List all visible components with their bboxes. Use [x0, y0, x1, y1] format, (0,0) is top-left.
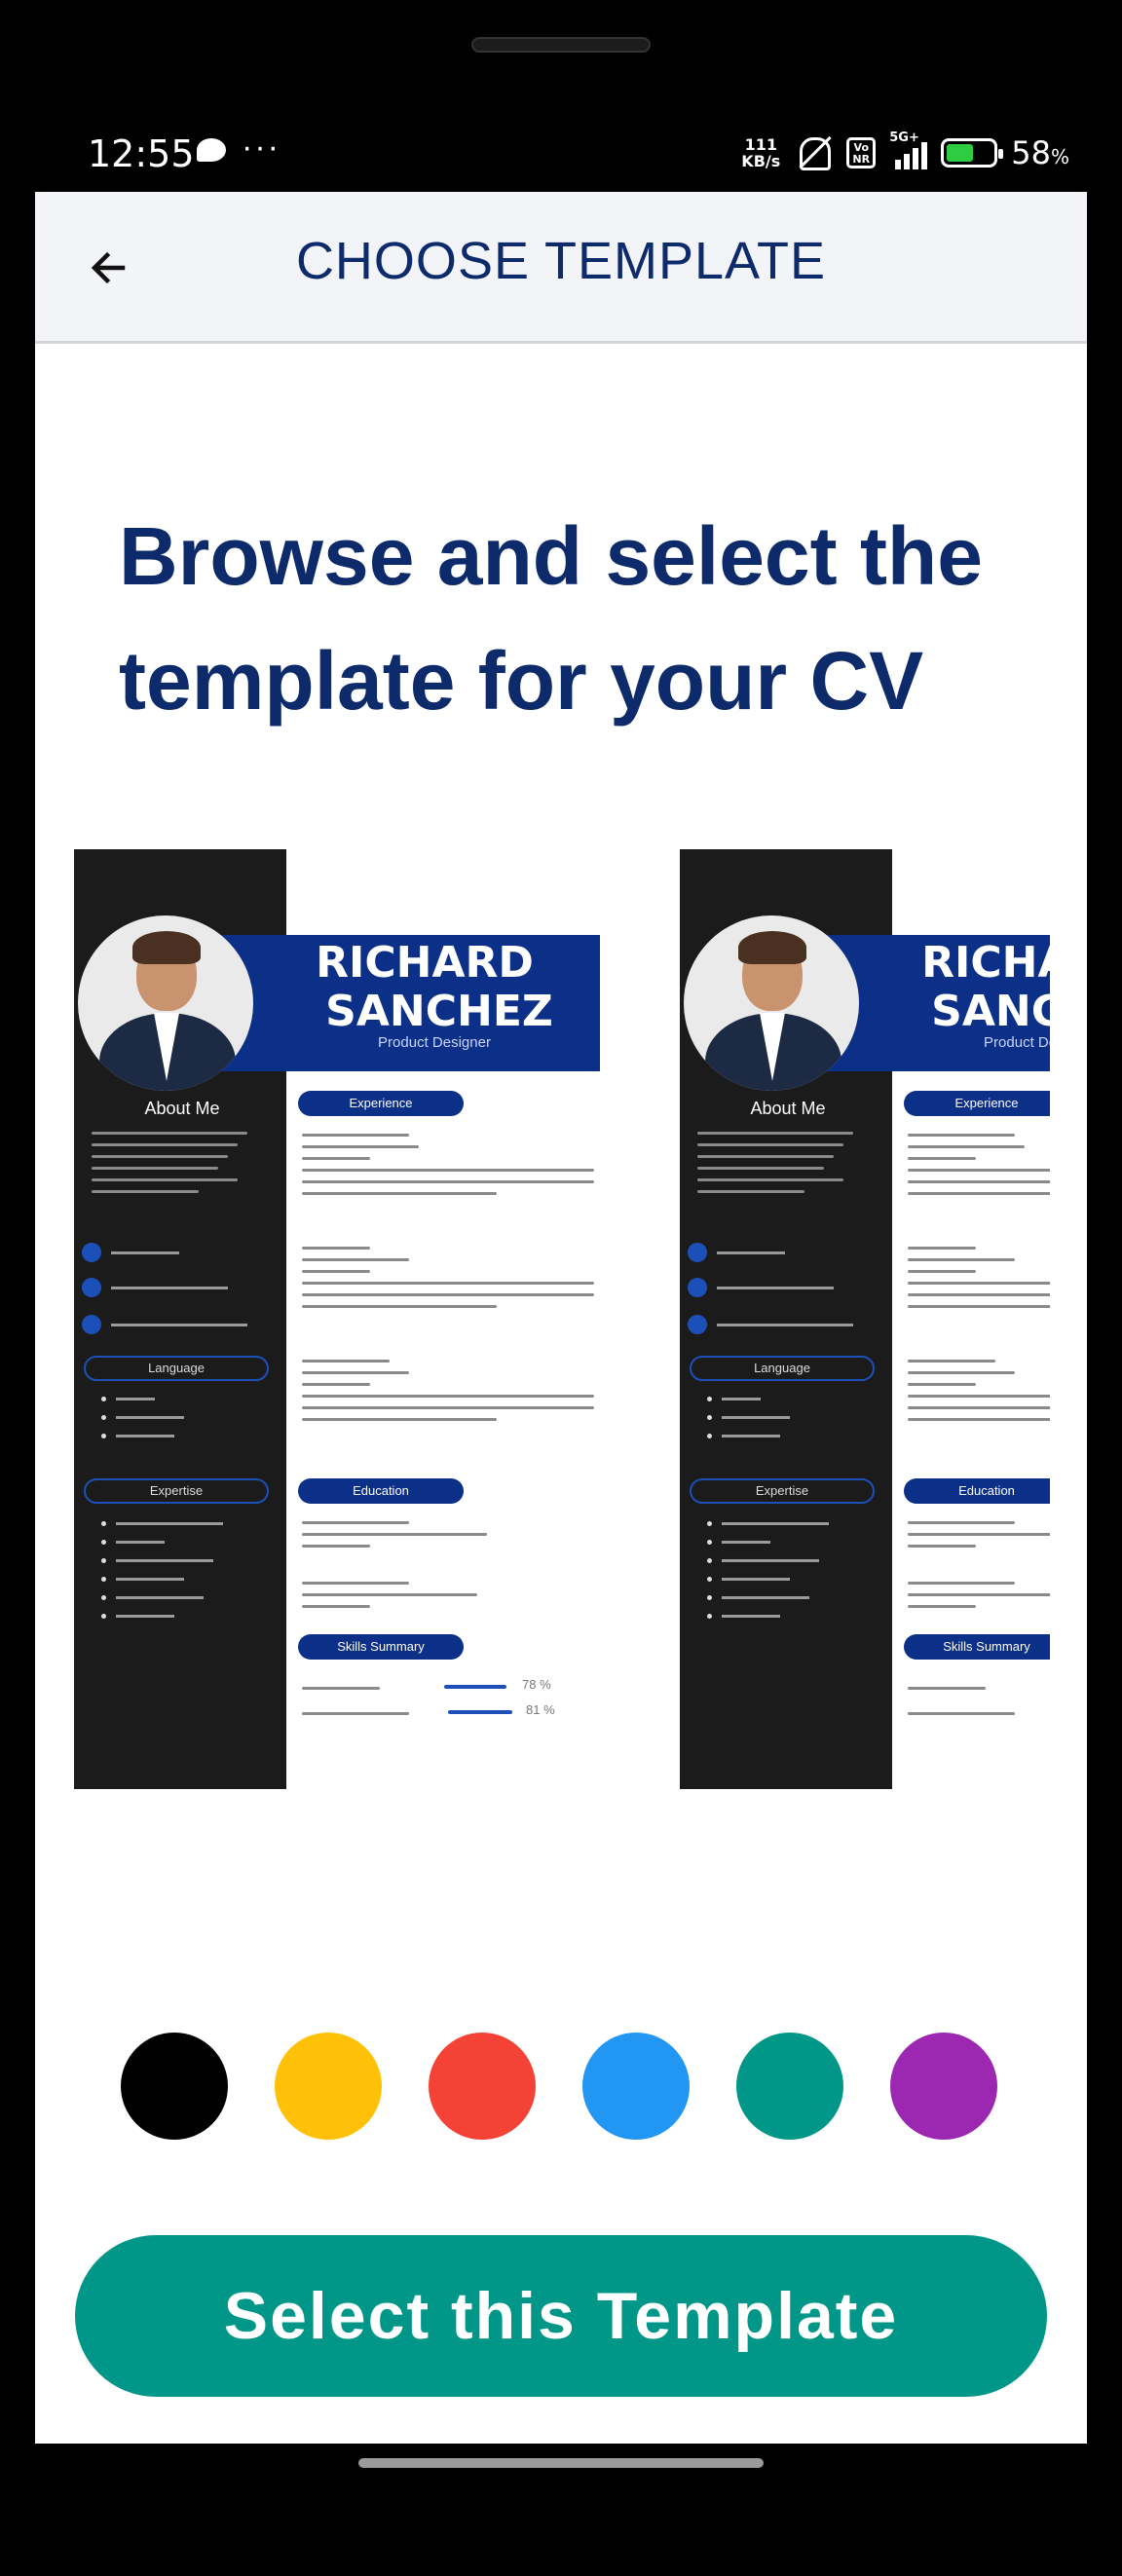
cv-expertise-pill: Expertise: [84, 1478, 269, 1504]
color-swatch-purple[interactable]: [890, 2033, 997, 2140]
profile-photo: [78, 915, 253, 1091]
network-speed-value: 111: [744, 135, 777, 154]
cv-name: RICHARD SANCHEZ: [921, 938, 1050, 1036]
home-indicator[interactable]: [358, 2458, 764, 2468]
select-template-button[interactable]: Select this Template: [75, 2235, 1047, 2397]
app-screen: CHOOSE TEMPLATE Browse and select the te…: [35, 192, 1087, 2444]
cv-preview: RICHARD SANCHEZ Product Designer About M…: [680, 849, 1050, 1789]
cv-skills-pill: Skills Summary: [904, 1634, 1050, 1660]
app-bar: CHOOSE TEMPLATE: [35, 192, 1087, 344]
template-card[interactable]: RICHARD SANCHEZ Product Designer About M…: [74, 849, 600, 1789]
color-picker: [121, 2033, 1001, 2142]
cv-about-title: About Me: [750, 1099, 826, 1118]
cv-expertise-pill: Expertise: [690, 1478, 875, 1504]
cv-role: Product Designer: [378, 1034, 491, 1051]
profile-photo: [684, 915, 859, 1091]
signal-strength-icon: 5G+: [889, 131, 928, 169]
network-speed: 111 KB/s: [741, 136, 780, 169]
earpiece-speaker: [471, 37, 651, 53]
cv-skill-percent: 81 %: [526, 1702, 555, 1717]
cv-preview: RICHARD SANCHEZ Product Designer About M…: [74, 849, 600, 1789]
status-time: 12:55: [88, 132, 195, 175]
headline: Browse and select the template for your …: [119, 510, 983, 727]
cv-role: Product Designer: [984, 1034, 1050, 1051]
color-swatch-teal[interactable]: [736, 2033, 843, 2140]
network-speed-unit: KB/s: [741, 152, 781, 170]
color-swatch-amber[interactable]: [275, 2033, 382, 2140]
battery-percent: 58%: [1011, 134, 1069, 171]
status-bar: 12:55 ··· 111 KB/s Vo NR 5G+ 58%: [35, 127, 1087, 185]
cv-experience-pill: Experience: [904, 1091, 1050, 1116]
more-dots-icon: ···: [242, 129, 280, 166]
color-swatch-blue[interactable]: [582, 2033, 690, 2140]
color-swatch-red[interactable]: [429, 2033, 536, 2140]
chat-bubble-icon: [197, 138, 226, 162]
page-title: CHOOSE TEMPLATE: [295, 232, 827, 290]
cv-skill-percent: 78 %: [522, 1677, 551, 1692]
cv-experience-pill: Experience: [298, 1091, 464, 1116]
battery-icon: [941, 138, 1004, 168]
cv-skills-pill: Skills Summary: [298, 1634, 464, 1660]
color-swatch-black[interactable]: [121, 2033, 228, 2140]
cv-education-pill: Education: [904, 1478, 1050, 1504]
muted-bell-icon: [794, 135, 833, 170]
template-card[interactable]: RICHARD SANCHEZ Product Designer About M…: [680, 849, 1050, 1789]
cv-language-pill: Language: [690, 1356, 875, 1381]
cv-about-title: About Me: [144, 1099, 220, 1118]
phone-frame: 12:55 ··· 111 KB/s Vo NR 5G+ 58% CHOOSE …: [0, 0, 1122, 2576]
cv-name: RICHARD SANCHEZ: [316, 938, 553, 1036]
template-carousel[interactable]: RICHARD SANCHEZ Product Designer About M…: [74, 849, 1087, 1789]
cv-education-pill: Education: [298, 1478, 464, 1504]
cv-language-pill: Language: [84, 1356, 269, 1381]
network-type: 5G+: [889, 131, 919, 145]
volte-icon: Vo NR: [846, 137, 877, 168]
